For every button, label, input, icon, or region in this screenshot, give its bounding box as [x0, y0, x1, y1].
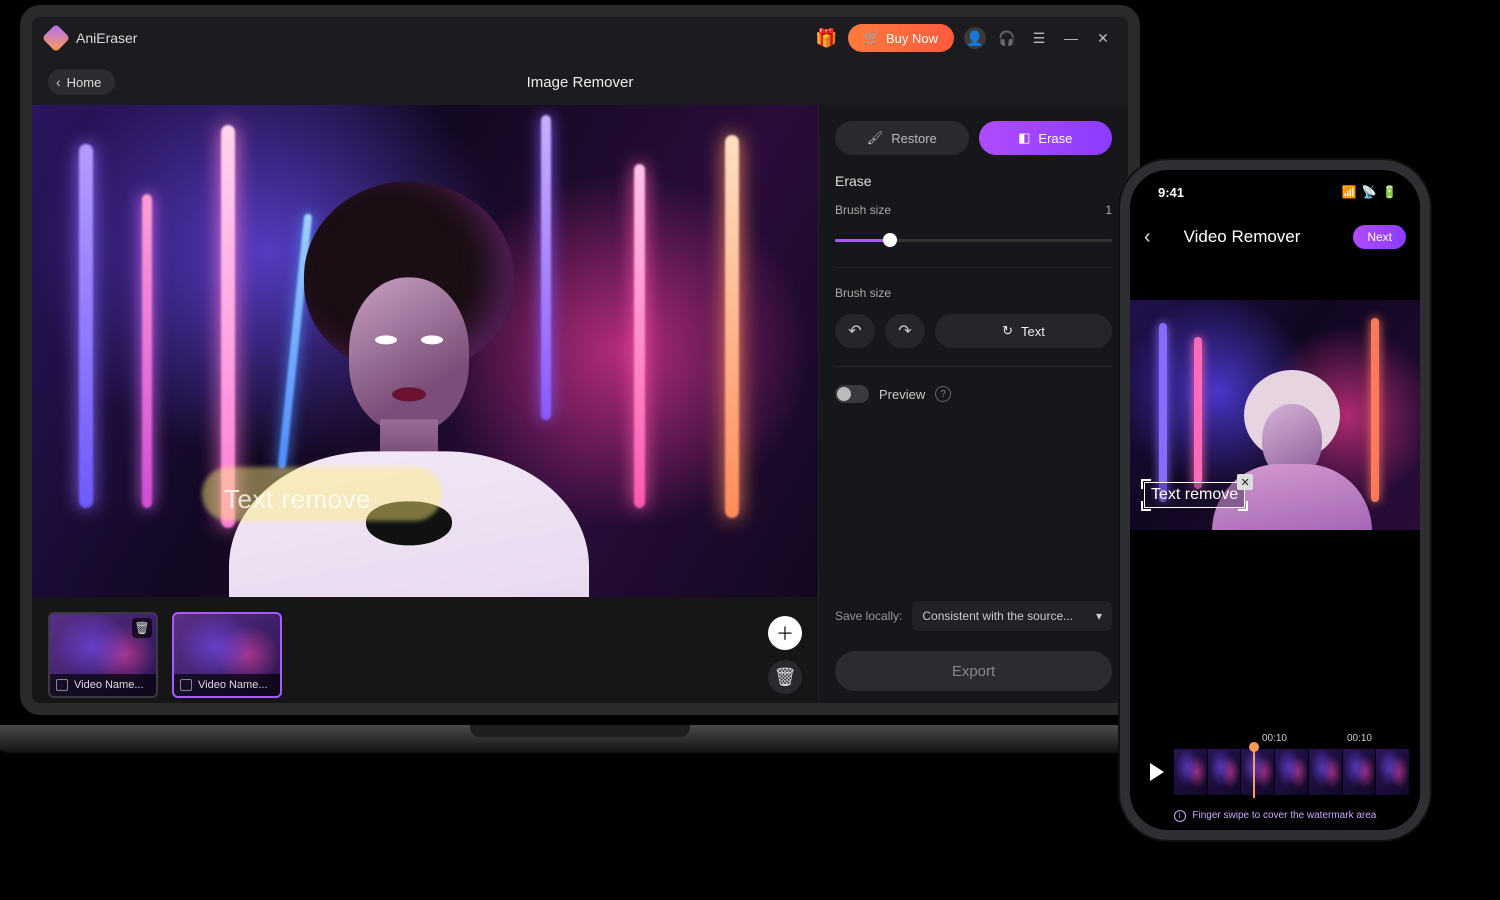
- chevron-down-icon: ▾: [1096, 609, 1102, 623]
- buy-now-label: Buy Now: [886, 31, 938, 46]
- play-button[interactable]: [1150, 763, 1164, 781]
- support-icon[interactable]: 🎧: [996, 27, 1018, 49]
- phone-notch: [1220, 182, 1330, 208]
- erase-label: Erase: [1038, 131, 1072, 146]
- page-title: Image Remover: [527, 74, 634, 91]
- chevron-left-icon: ‹: [56, 74, 61, 90]
- laptop-base: [0, 725, 1165, 753]
- export-button[interactable]: Export: [835, 651, 1112, 691]
- text-tool-button[interactable]: ↻ Text: [935, 314, 1112, 348]
- subject-figure: [219, 182, 599, 597]
- add-media-button[interactable]: ＋: [768, 616, 802, 650]
- thumbnail-delete-icon[interactable]: 🗑: [132, 618, 152, 638]
- undo-button[interactable]: ↶: [835, 314, 875, 348]
- redo-button[interactable]: ↷: [885, 314, 925, 348]
- delete-media-button[interactable]: 🗑: [768, 660, 802, 694]
- eraser-icon: ◧: [1018, 130, 1030, 146]
- selection-handle-icon[interactable]: [1238, 501, 1248, 511]
- timeline-frame[interactable]: [1275, 749, 1309, 795]
- phone-header: ‹ Video Remover Next: [1130, 214, 1420, 260]
- timeline-time-total: 00:10: [1347, 733, 1372, 744]
- laptop-screen: AniEraser 🎁 🛒 Buy Now 👤 🎧 ☰ — ✕ ‹ Home I…: [20, 5, 1140, 715]
- restore-mode-button[interactable]: 🖌 Restore: [835, 121, 969, 155]
- timeline-frame[interactable]: [1376, 749, 1410, 795]
- erase-section-title: Erase: [835, 173, 1112, 189]
- status-indicators-icon: 📶 📡 🔋: [1342, 185, 1399, 199]
- brush-icon: 🖌: [867, 130, 884, 146]
- neon-tube-icon: [634, 164, 645, 508]
- cart-icon: 🛒: [864, 30, 880, 46]
- canvas-zone: Text remove 🗑 Video Name...: [32, 105, 818, 703]
- timeline-frame[interactable]: [1309, 749, 1343, 795]
- selection-text: Text remove: [1151, 486, 1238, 503]
- thumbnail-row: 🗑 Video Name... Video Name...: [32, 607, 818, 703]
- phone-page-title: Video Remover: [1139, 227, 1346, 247]
- hint-text: i Finger swipe to cover the watermark ar…: [1130, 810, 1420, 822]
- thumbnail-item[interactable]: Video Name...: [172, 612, 282, 698]
- divider: [835, 267, 1112, 268]
- preview-label: Preview: [879, 387, 925, 402]
- close-icon[interactable]: ✕: [1092, 27, 1114, 49]
- brush-size-value: 1: [1105, 203, 1112, 217]
- phone-frame: 9:41 📶 📡 🔋 ‹ Video Remover Next Text rem…: [1120, 160, 1430, 840]
- video-timeline: 00:10 00:10: [1130, 733, 1420, 796]
- sub-bar: ‹ Home Image Remover: [32, 59, 1128, 105]
- selection-close-icon[interactable]: ✕: [1237, 474, 1253, 490]
- home-button[interactable]: ‹ Home: [48, 69, 115, 95]
- timeline-time-current: 00:10: [1262, 733, 1287, 744]
- timeline-frame[interactable]: [1174, 749, 1208, 795]
- thumbnail-item[interactable]: 🗑 Video Name...: [48, 612, 158, 698]
- status-time: 9:41: [1158, 185, 1184, 200]
- thumbnail-label: Video Name...: [74, 679, 144, 691]
- slider-thumb-icon[interactable]: [883, 233, 897, 247]
- preview-toggle[interactable]: [835, 385, 869, 403]
- timeline-frame[interactable]: [1343, 749, 1377, 795]
- divider: [835, 366, 1112, 367]
- export-label: Export: [952, 663, 995, 680]
- erase-mode-button[interactable]: ◧ Erase: [979, 121, 1113, 155]
- save-format-dropdown[interactable]: Consistent with the source... ▾: [912, 601, 1112, 631]
- phone-canvas[interactable]: Text remove ✕: [1130, 300, 1420, 530]
- hint-label: Finger swipe to cover the watermark area: [1192, 810, 1376, 821]
- timeline-frame[interactable]: [1208, 749, 1242, 795]
- home-label: Home: [67, 75, 102, 90]
- selection-box[interactable]: Text remove ✕: [1144, 482, 1245, 508]
- laptop-frame: AniEraser 🎁 🛒 Buy Now 👤 🎧 ☰ — ✕ ‹ Home I…: [20, 5, 1140, 745]
- subject-figure: [1244, 370, 1340, 460]
- selection-handle-icon[interactable]: [1141, 479, 1151, 489]
- thumbnail-actions: ＋ 🗑: [768, 616, 802, 694]
- gift-icon[interactable]: 🎁: [815, 28, 837, 49]
- thumbnail-label: Video Name...: [198, 679, 268, 691]
- neon-tube-icon: [142, 194, 152, 509]
- brush-size-label: Brush size: [835, 203, 891, 217]
- save-locally-label: Save locally:: [835, 609, 902, 623]
- timeline-frame[interactable]: [1241, 749, 1275, 795]
- info-icon: i: [1174, 810, 1186, 822]
- thumbnail-checkbox[interactable]: [180, 679, 192, 691]
- top-bar: AniEraser 🎁 🛒 Buy Now 👤 🎧 ☰ — ✕: [32, 17, 1128, 59]
- text-tool-label: Text: [1021, 324, 1045, 339]
- save-format-value: Consistent with the source...: [922, 609, 1073, 623]
- thumbnail-checkbox[interactable]: [56, 679, 68, 691]
- neon-tube-icon: [79, 144, 93, 508]
- tools-panel: 🖌 Restore ◧ Erase Erase Brush size 1: [818, 105, 1128, 703]
- watermark-overlay-text: Text remove: [224, 484, 371, 515]
- menu-icon[interactable]: ☰: [1028, 27, 1050, 49]
- minimize-icon[interactable]: —: [1060, 27, 1082, 49]
- account-icon[interactable]: 👤: [964, 27, 986, 49]
- app-logo-icon: [42, 24, 70, 52]
- brush-size-label-2: Brush size: [835, 286, 891, 300]
- help-icon[interactable]: ?: [935, 386, 951, 402]
- app-name: AniEraser: [76, 30, 137, 46]
- next-button[interactable]: Next: [1353, 225, 1406, 249]
- restore-label: Restore: [891, 131, 937, 146]
- refresh-icon: ↻: [1002, 323, 1013, 339]
- main-area: Text remove 🗑 Video Name...: [32, 105, 1128, 703]
- buy-now-button[interactable]: 🛒 Buy Now: [848, 24, 954, 52]
- neon-tube-icon: [725, 135, 739, 519]
- brush-size-slider[interactable]: [835, 231, 1112, 249]
- playhead[interactable]: [1253, 746, 1255, 798]
- editor-canvas[interactable]: Text remove: [32, 105, 818, 597]
- selection-handle-icon[interactable]: [1141, 501, 1151, 511]
